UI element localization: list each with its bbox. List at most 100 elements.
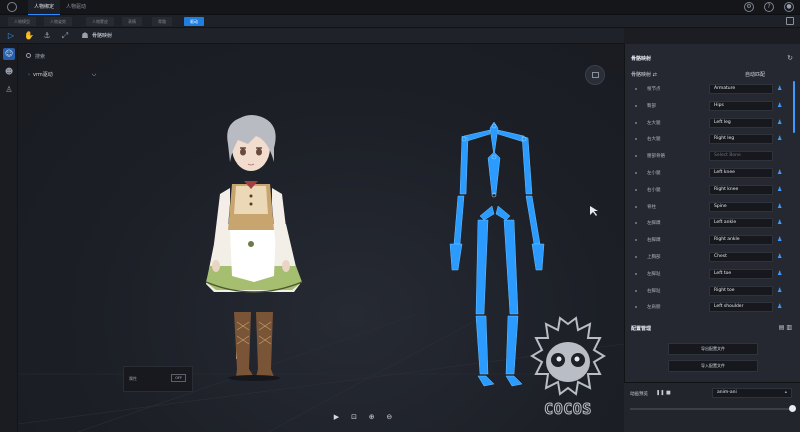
subtab-drive[interactable]: 驱动 [184,17,204,26]
config-section-icons: ▤ ▥ [779,324,792,331]
cocos-wordmark: COCOS [544,400,592,419]
subtab-pose[interactable]: 人物姿势 [44,17,72,26]
bone-label: 右大腿 [647,137,661,143]
bone-row: 根节点 Armature ♟ [625,81,793,98]
user-icon[interactable]: ● [784,2,794,12]
play-icon[interactable]: ▶ [332,413,341,422]
zoom-out-icon[interactable]: ⊖ [385,413,394,422]
bone-label: 臀部 [647,103,656,109]
rail-character-icon[interactable]: ☺ [3,48,15,60]
visibility-icon[interactable]: ◡ [92,71,96,77]
auto-match-button[interactable]: 自动匹配 [745,71,765,78]
timeline-handle[interactable] [789,405,796,412]
tab-character-driving[interactable]: 人物驱动 [60,0,92,15]
person-icon[interactable]: ♟ [777,287,783,295]
person-icon[interactable]: ♟ [777,169,783,177]
bone-mapping-panel: 骨骼映射 ↻ 骨骼映射 ⇄ 自动匹配 根节点 Armature ♟ 臀部 Hips ♟ 左大… [624,44,800,432]
bone-map-icon[interactable]: ☗ [80,31,90,41]
bone-select[interactable]: Armature [709,84,773,94]
bone-map-label[interactable]: 骨骼映射 [92,32,112,39]
tree-expand-icon[interactable]: › [28,72,30,78]
bone-select[interactable]: Left knee [709,167,773,178]
bone-row: 左小腿 Left knee ♟ [625,165,793,182]
export-icon[interactable] [786,17,794,25]
panel-scrollbar[interactable] [793,81,795,133]
bone-select[interactable]: Hips [709,100,773,111]
bullet-icon [635,239,637,242]
bone-select[interactable]: Chest [709,251,773,262]
properties-toggle[interactable]: OFF [171,374,186,382]
bullet-icon [635,255,637,258]
bullet-icon [635,88,637,90]
bone-select[interactable]: Left leg [709,117,773,128]
scale-tool-icon[interactable]: ⤢ [60,31,70,41]
cocos-logo: COCOS [528,316,608,426]
bone-row: 左脚趾 Left toe ♟ [625,266,793,283]
move-tool-icon[interactable]: ⚓ [42,31,52,41]
app-home-icon[interactable] [7,2,17,12]
person-icon[interactable]: ♟ [777,186,783,194]
pause-icon[interactable]: ❚❚ [656,390,664,396]
search-bar[interactable]: 搜索 [26,53,45,60]
title-bar: 人物绑定 人物驱动 ⚙ ? ● [0,0,800,15]
subtab-expression[interactable]: 表情 [122,17,142,26]
bone-select[interactable]: Spine [709,201,773,212]
bone-select[interactable]: Right ankle [709,235,773,246]
rail-face-icon[interactable]: ☻ [3,66,15,78]
bone-select[interactable]: Select Bone [709,151,773,162]
bone-select[interactable]: Left ankle [709,218,773,229]
person-icon[interactable]: ♟ [777,102,783,110]
person-icon[interactable]: ♟ [777,236,783,244]
person-icon[interactable]: ♟ [777,219,783,227]
subtab-model[interactable]: 人物模型 [8,17,36,26]
subtab-skin[interactable]: 人物蒙皮 [86,17,114,26]
bullet-icon [635,205,637,208]
tab-character-binding[interactable]: 人物绑定 [28,0,61,15]
help-icon[interactable]: ? [764,2,774,12]
bone-select[interactable]: Right knee [709,184,773,195]
bone-label: 左脚踝 [647,221,661,227]
bone-label: 右脚踝 [647,238,661,244]
bone-select[interactable]: Left shoulder [709,302,773,313]
person-icon[interactable]: ♟ [777,270,783,278]
animation-select[interactable]: anim-ani ▴ [712,388,792,398]
bullet-icon [635,155,637,158]
refresh-icon[interactable]: ↻ [787,54,793,62]
select-tool-icon[interactable]: ▷ [6,31,16,41]
bullet-icon [635,188,637,191]
subtab-skeleton[interactable]: 骨骼 [152,17,172,26]
stop-icon[interactable]: ■ [666,390,671,396]
person-icon[interactable]: ♟ [777,253,783,261]
character-model[interactable] [205,115,303,381]
import-config-button[interactable]: 导入配置文件 [668,360,758,372]
3d-viewport[interactable]: 搜索 › vrm驱动 ◡ 属性 OFF ▶ ⊡ ⊕ ⊖ COCOS [18,44,624,432]
animation-preview: 动画预览 ❚❚ ■ anim-ani ▴ [624,382,800,432]
person-icon[interactable]: ♟ [777,85,783,93]
bone-select[interactable]: Right toe [709,285,773,296]
tree-item-vrm[interactable]: vrm驱动 [33,72,53,78]
settings-icon[interactable]: ⚙ [744,2,754,12]
bone-row: 右大腿 Right leg ♟ [625,131,793,148]
save-icon[interactable]: ▤ [779,324,785,331]
sub-tab-bar: 人物模型 人物姿势 人物蒙皮 表情 骨骼 驱动 [0,15,800,28]
person-icon[interactable]: ♟ [777,303,783,311]
person-icon[interactable]: ♟ [777,203,783,211]
load-icon[interactable]: ▥ [786,324,792,331]
bone-label: 右脚趾 [647,288,661,294]
animation-timeline[interactable] [630,408,794,410]
bone-row: 左大腿 Left leg ♟ [625,115,793,132]
camera-button[interactable] [585,65,605,85]
export-config-button[interactable]: 导出配置文件 [668,343,758,355]
person-icon[interactable]: ♟ [777,119,783,127]
bone-label: 左小腿 [647,170,661,176]
properties-label: 属性 [129,376,137,381]
pan-tool-icon[interactable]: ✋ [24,31,34,41]
bone-row: 右脚趾 Right toe ♟ [625,283,793,300]
person-icon[interactable]: ♟ [777,135,783,143]
zoom-in-icon[interactable]: ⊕ [367,413,376,422]
search-input[interactable]: 搜索 [35,54,45,60]
bone-select[interactable]: Right leg [709,134,773,145]
rail-skeleton-icon[interactable]: ♙ [3,84,15,96]
bone-select[interactable]: Left toe [709,268,773,279]
fit-view-icon[interactable]: ⊡ [350,413,359,422]
